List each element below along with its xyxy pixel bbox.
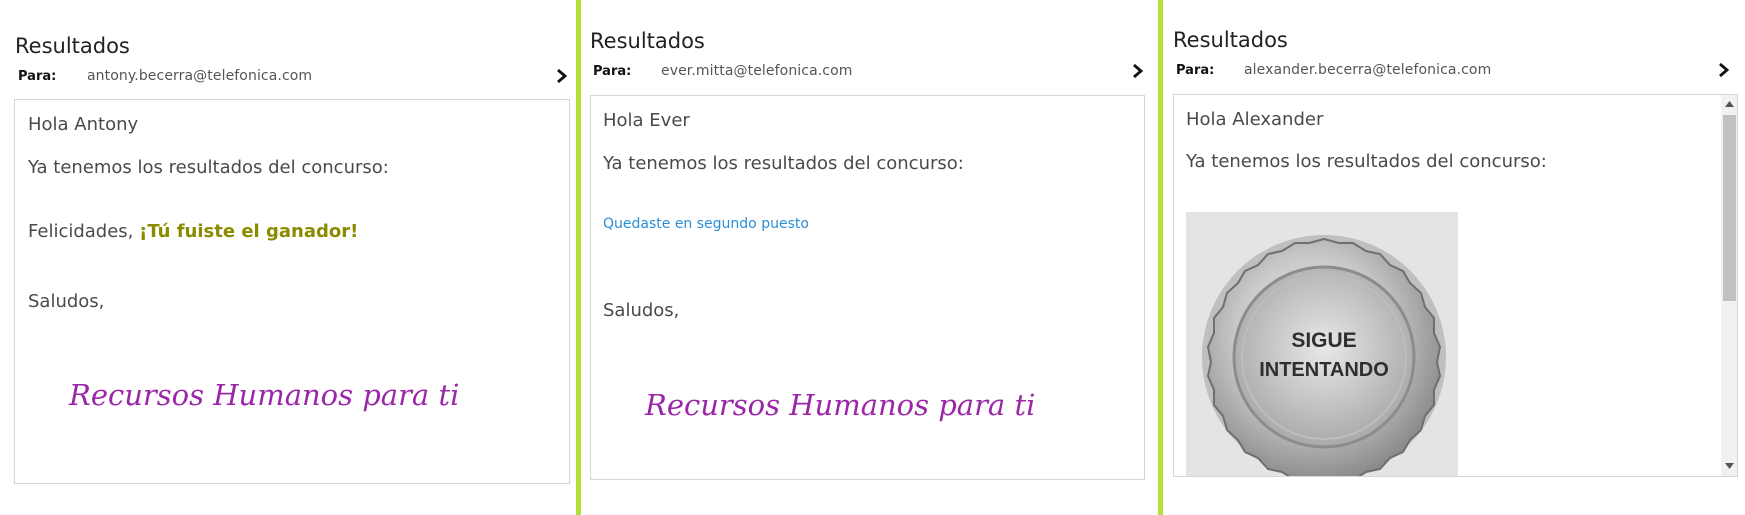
- intro-text: Ya tenemos los resultados del concurso:: [603, 153, 964, 174]
- email-panel-2: Resultados Para: ever.mitta@telefonica.c…: [581, 0, 1159, 515]
- email-body: Hola Ever Ya tenemos los resultados del …: [590, 95, 1145, 480]
- recipient-email: ever.mitta@telefonica.com: [661, 63, 853, 79]
- signature-text: Recursos Humanos para ti: [645, 388, 1036, 422]
- recipient-label: Para:: [18, 69, 57, 84]
- closing-text: Saludos,: [28, 291, 105, 312]
- chevron-right-icon[interactable]: [554, 68, 570, 84]
- scroll-up-arrow-icon[interactable]: [1725, 101, 1734, 107]
- greeting-text: Hola Antony: [28, 114, 139, 135]
- email-body: Hola Alexander Ya tenemos los resultados…: [1173, 94, 1738, 477]
- scroll-down-arrow-icon[interactable]: [1725, 463, 1734, 469]
- signature-text: Recursos Humanos para ti: [69, 378, 460, 412]
- intro-text: Ya tenemos los resultados del concurso:: [28, 157, 389, 178]
- panel-title: Resultados: [590, 29, 705, 53]
- greeting-text: Hola Ever: [603, 110, 690, 131]
- closing-text: Saludos,: [603, 300, 680, 321]
- email-panel-1: Resultados Para: antony.becerra@telefoni…: [0, 0, 578, 515]
- bottle-cap-graphic: SIGUE INTENTANDO: [1186, 212, 1458, 476]
- email-body: Hola Antony Ya tenemos los resultados de…: [14, 99, 570, 484]
- panel-title: Resultados: [15, 34, 130, 58]
- recipient-label: Para:: [593, 64, 632, 79]
- scrollbar-thumb[interactable]: [1723, 115, 1736, 301]
- email-panel-3: Resultados Para: alexander.becerra@telef…: [1163, 0, 1745, 515]
- cap-text-line2: INTENTANDO: [1259, 359, 1389, 381]
- panel-title: Resultados: [1173, 28, 1288, 52]
- recipient-email: antony.becerra@telefonica.com: [87, 68, 313, 84]
- recipient-label: Para:: [1176, 63, 1215, 78]
- vertical-scrollbar[interactable]: [1721, 95, 1737, 476]
- result-text: Quedaste en segundo puesto: [603, 216, 809, 232]
- result-text: Felicidades, ¡Tú fuiste el ganador!: [28, 221, 358, 242]
- chevron-right-icon[interactable]: [1130, 63, 1146, 79]
- cap-text-line1: SIGUE: [1291, 329, 1356, 352]
- greeting-text: Hola Alexander: [1186, 109, 1324, 130]
- intro-text: Ya tenemos los resultados del concurso:: [1186, 151, 1547, 172]
- bottle-cap-image: SIGUE INTENTANDO: [1186, 212, 1458, 476]
- recipient-email: alexander.becerra@telefonica.com: [1244, 62, 1492, 78]
- result-prefix: Felicidades,: [28, 221, 140, 242]
- winner-text: ¡Tú fuiste el ganador!: [139, 221, 359, 242]
- chevron-right-icon[interactable]: [1716, 62, 1732, 78]
